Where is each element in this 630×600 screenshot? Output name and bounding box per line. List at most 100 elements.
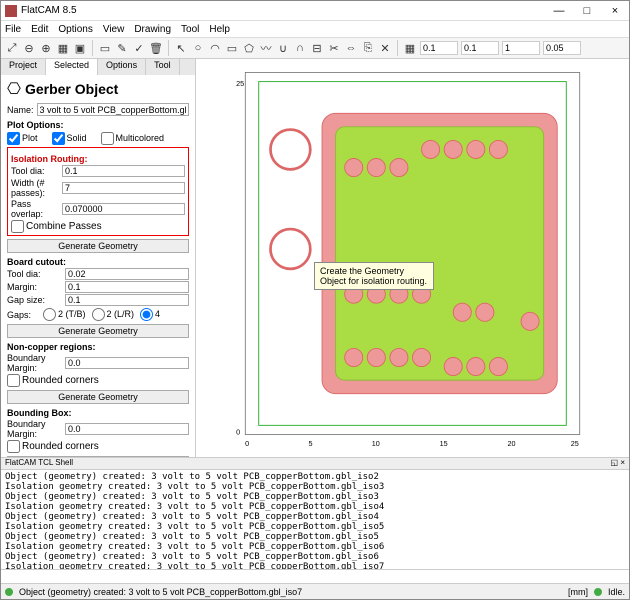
- minimize-button[interactable]: —: [549, 5, 569, 17]
- bbox-title: Bounding Box:: [7, 408, 189, 418]
- grid-x-input[interactable]: [420, 41, 458, 55]
- new-geometry-icon[interactable]: ▭: [98, 41, 112, 55]
- zoom-out-icon[interactable]: ⊖: [22, 41, 36, 55]
- svg-text:10: 10: [372, 439, 380, 448]
- panel-body: ⎔ Gerber Object Name: Plot Options: Plot…: [1, 75, 195, 457]
- menu-view[interactable]: View: [103, 24, 125, 35]
- tcl-title: FlatCAM TCL Shell: [5, 458, 73, 469]
- app-window: FlatCAM 8.5 — □ × File Edit Options View…: [0, 0, 630, 600]
- toolbar: ⤢ ⊖ ⊕ ▦ ▣ ▭ ✎ ✓ 🗑 ↖ ○ ◠ ▭ ⬠ 〰 ∪ ∩ ⊟ ✂ ⇔ …: [1, 37, 629, 59]
- intersect-icon[interactable]: ∩: [293, 41, 307, 55]
- iso-width-input[interactable]: [62, 182, 185, 194]
- menubar: File Edit Options View Drawing Tool Help: [1, 21, 629, 37]
- close-button[interactable]: ×: [605, 5, 625, 17]
- noncopper-margin-label: Boundary Margin:: [7, 353, 65, 373]
- cutout-tooldia-input[interactable]: [65, 268, 189, 280]
- statusbar: Object (geometry) created: 3 volt to 5 v…: [1, 583, 629, 599]
- iso-tooldia-input[interactable]: [62, 165, 185, 177]
- iso-overlap-label: Pass overlap:: [11, 199, 62, 219]
- zoom-in-icon[interactable]: ⊕: [39, 41, 53, 55]
- app-icon: [5, 5, 17, 17]
- cut-icon[interactable]: ✂: [327, 41, 341, 55]
- menu-tool[interactable]: Tool: [181, 24, 199, 35]
- tcl-header: FlatCAM TCL Shell ◱ ×: [1, 457, 629, 469]
- status-units: [mm]: [568, 587, 588, 597]
- maximize-button[interactable]: □: [577, 5, 597, 17]
- generate-geometry-iso-button[interactable]: Generate Geometry: [7, 239, 189, 253]
- arc-icon[interactable]: ◠: [208, 41, 222, 55]
- subtract-icon[interactable]: ⊟: [310, 41, 324, 55]
- titlebar: FlatCAM 8.5 — □ ×: [1, 1, 629, 21]
- idle-led-icon: [594, 588, 602, 596]
- replot-icon[interactable]: ▣: [73, 41, 87, 55]
- svg-text:0: 0: [236, 427, 240, 436]
- object-title: Gerber Object: [25, 81, 118, 97]
- plot-check[interactable]: Plot: [7, 132, 38, 145]
- tcl-input[interactable]: [1, 570, 629, 583]
- cutout-gap-label: Gap size:: [7, 295, 65, 305]
- cutout-margin-label: Margin:: [7, 282, 65, 292]
- move-icon[interactable]: ⇔: [344, 41, 358, 55]
- menu-drawing[interactable]: Drawing: [134, 24, 171, 35]
- multicolored-check[interactable]: Multicolored: [101, 132, 165, 145]
- left-panel: Project Selected Options Tool ⎔ Gerber O…: [1, 59, 196, 457]
- menu-edit[interactable]: Edit: [31, 24, 48, 35]
- name-input[interactable]: [37, 103, 189, 116]
- combine-check[interactable]: Combine Passes: [11, 221, 102, 232]
- status-idle: Idle.: [608, 587, 625, 597]
- tab-options[interactable]: Options: [98, 59, 146, 75]
- svg-text:20: 20: [507, 439, 515, 448]
- clear-plot-icon[interactable]: ▦: [56, 41, 70, 55]
- polygon-icon[interactable]: ⬠: [242, 41, 256, 55]
- path-icon[interactable]: 〰: [259, 41, 273, 55]
- delete-icon[interactable]: 🗑: [149, 41, 163, 55]
- cutout-margin-input[interactable]: [65, 281, 189, 293]
- bbox-rounded-check[interactable]: Rounded corners: [7, 441, 99, 452]
- menu-help[interactable]: Help: [209, 24, 230, 35]
- generate-geometry-noncopper-button[interactable]: Generate Geometry: [7, 390, 189, 404]
- iso-tooldia-label: Tool dia:: [11, 166, 62, 176]
- delete-shape-icon[interactable]: ✕: [378, 41, 392, 55]
- tab-selected[interactable]: Selected: [46, 59, 98, 75]
- cutout-gap-input[interactable]: [65, 294, 189, 306]
- tab-project[interactable]: Project: [1, 59, 46, 75]
- status-led-icon: [5, 588, 13, 596]
- plot-options-title: Plot Options:: [7, 120, 189, 130]
- save-icon[interactable]: ✓: [132, 41, 146, 55]
- generate-geometry-cutout-button[interactable]: Generate Geometry: [7, 324, 189, 338]
- svg-text:25: 25: [571, 439, 579, 448]
- menu-file[interactable]: File: [5, 24, 21, 35]
- plot-canvas[interactable]: Create the Geometry Object for isolation…: [196, 59, 629, 457]
- rect-icon[interactable]: ▭: [225, 41, 239, 55]
- bbox-margin-label: Boundary Margin:: [7, 419, 65, 439]
- grid-icon[interactable]: ▦: [403, 41, 417, 55]
- zoom-fit-icon[interactable]: ⤢: [5, 41, 19, 55]
- gaps-4-radio[interactable]: 4: [140, 308, 160, 321]
- tab-tool[interactable]: Tool: [146, 59, 180, 75]
- solid-check[interactable]: Solid: [52, 132, 87, 145]
- circle-icon[interactable]: ○: [191, 41, 205, 55]
- tooltip: Create the Geometry Object for isolation…: [314, 262, 434, 290]
- union-icon[interactable]: ∪: [276, 41, 290, 55]
- noncopper-title: Non-copper regions:: [7, 342, 189, 352]
- noncopper-rounded-check[interactable]: Rounded corners: [7, 375, 99, 386]
- noncopper-margin-input[interactable]: [65, 357, 189, 369]
- edit-icon[interactable]: ✎: [115, 41, 129, 55]
- tcl-output[interactable]: Object (geometry) created: 3 volt to 5 v…: [1, 469, 629, 569]
- copy-icon[interactable]: ⎘: [361, 41, 375, 55]
- tcl-undock-icon[interactable]: ◱ ×: [611, 458, 625, 469]
- gaps-2lr-radio[interactable]: 2 (L/R): [92, 308, 135, 321]
- status-message: Object (geometry) created: 3 volt to 5 v…: [19, 587, 302, 597]
- svg-text:5: 5: [308, 439, 312, 448]
- bbox-margin-input[interactable]: [65, 423, 189, 435]
- panel-tabs: Project Selected Options Tool: [1, 59, 195, 75]
- gaps-2tb-radio[interactable]: 2 (T/B): [43, 308, 86, 321]
- iso-overlap-input[interactable]: [62, 203, 185, 215]
- isolation-section: Isolation Routing: Tool dia: Width (# pa…: [7, 147, 189, 236]
- grid-s-input[interactable]: [543, 41, 581, 55]
- grid-n-input[interactable]: [502, 41, 540, 55]
- svg-text:0: 0: [245, 439, 249, 448]
- grid-y-input[interactable]: [461, 41, 499, 55]
- menu-options[interactable]: Options: [58, 24, 92, 35]
- select-icon[interactable]: ↖: [174, 41, 188, 55]
